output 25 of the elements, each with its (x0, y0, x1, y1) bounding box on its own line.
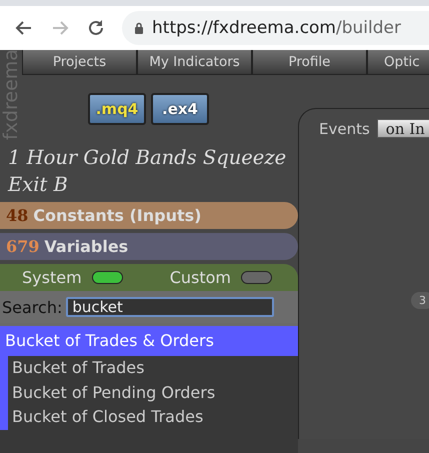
toggle-label: Custom (170, 268, 231, 287)
section-bar[interactable]: 48 Constants (Inputs) (0, 202, 298, 229)
search-label: Search: (2, 298, 62, 316)
url-text: https://fxdreema.com/builder (152, 18, 401, 38)
export-button[interactable]: .mq4 (88, 93, 146, 125)
lock-icon (134, 22, 144, 34)
nav-tab[interactable]: My Indicators (137, 50, 252, 75)
export-button[interactable]: .ex4 (151, 93, 209, 125)
event-tab[interactable]: on In (376, 119, 429, 138)
reload-icon[interactable] (86, 18, 106, 38)
toggle-switch[interactable] (241, 271, 272, 284)
result-item[interactable]: Bucket of Closed Trades (8, 405, 298, 430)
nav-tab[interactable]: Optic (367, 50, 429, 75)
search-field[interactable]: bucket (66, 297, 274, 317)
nav-tab[interactable]: Profile (252, 50, 367, 75)
section-bar[interactable]: 679 Variables (0, 233, 298, 260)
address-bar[interactable]: https://fxdreema.com/builder (122, 11, 429, 45)
result-item[interactable]: Bucket of Pending Orders (8, 380, 298, 405)
result-item[interactable]: Bucket of Trades (8, 356, 298, 380)
toggle-switch[interactable] (92, 271, 123, 284)
toggle-label: System (22, 268, 82, 287)
events-label: Events (319, 120, 370, 138)
result-item[interactable]: Bucket of Trades & Orders (0, 326, 298, 356)
count-badge: 3 (411, 292, 429, 309)
nav-tab[interactable]: Projects (22, 50, 137, 75)
